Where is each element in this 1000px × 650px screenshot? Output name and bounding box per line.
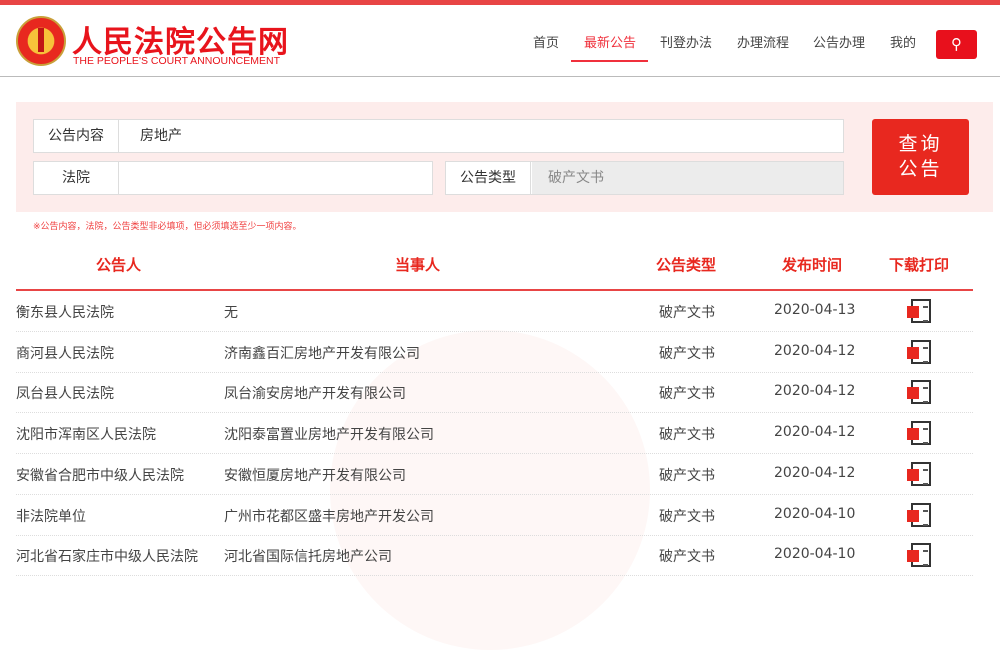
court-emblem-logo[interactable]	[16, 16, 66, 66]
row-party[interactable]: 广州市花都区盛丰房地产开发公司	[224, 506, 434, 526]
table-row: 安徽省合肥市中级人民法院 安徽恒厦房地产开发有限公司 破产文书 2020-04-…	[16, 454, 973, 495]
header-type: 公告类型	[656, 256, 717, 274]
pdf-download-icon[interactable]	[907, 543, 931, 568]
header-party: 当事人	[395, 256, 441, 274]
pdf-download-icon[interactable]	[907, 461, 931, 486]
header-court: 公告人	[96, 256, 142, 274]
row-date: 2020-04-12	[774, 342, 856, 359]
header-download: 下载打印	[889, 256, 950, 274]
row-party[interactable]: 沈阳泰富置业房地产开发有限公司	[224, 424, 434, 444]
row-party[interactable]: 凤台渝安房地产开发有限公司	[224, 383, 406, 403]
query-button[interactable]: 查询 公告	[872, 119, 969, 195]
nav-process[interactable]: 办理流程	[737, 32, 789, 51]
search-icon: ⚲	[951, 35, 962, 53]
header-date: 发布时间	[782, 256, 843, 274]
search-note: ※公告内容，法院，公告类型非必填项，但必须填选至少一项内容。	[33, 222, 302, 232]
site-subtitle: THE PEOPLE'S COURT ANNOUNCEMENT	[73, 55, 280, 67]
content-label: 公告内容	[34, 120, 119, 152]
row-date: 2020-04-12	[774, 383, 856, 400]
table-row: 非法院单位 广州市花都区盛丰房地产开发公司 破产文书 2020-04-10	[16, 495, 973, 536]
pdf-download-icon[interactable]	[907, 421, 931, 446]
type-label: 公告类型	[446, 162, 531, 194]
row-type: 破产文书	[659, 549, 715, 566]
row-court[interactable]: 凤台县人民法院	[16, 383, 114, 403]
row-type: 破产文书	[659, 427, 715, 444]
content-field: 公告内容 房地产	[33, 119, 844, 153]
court-field: 法院	[33, 161, 433, 195]
pdf-download-icon[interactable]	[907, 339, 931, 364]
court-input[interactable]	[120, 162, 432, 194]
content-input[interactable]: 房地产	[140, 120, 182, 152]
table-row: 河北省石家庄市中级人民法院 河北省国际信托房地产公司 破产文书 2020-04-…	[16, 535, 973, 577]
row-type: 破产文书	[659, 386, 715, 403]
table-row: 商河县人民法院 济南鑫百汇房地产开发有限公司 破产文书 2020-04-12	[16, 332, 973, 373]
active-nav-indicator	[571, 60, 648, 62]
pdf-download-icon[interactable]	[907, 502, 931, 527]
row-court[interactable]: 非法院单位	[16, 506, 86, 526]
row-party[interactable]: 河北省国际信托房地产公司	[224, 546, 392, 566]
court-label: 法院	[34, 162, 119, 194]
type-field: 公告类型 破产文书	[445, 161, 844, 195]
row-type: 破产文书	[659, 345, 715, 362]
pdf-download-icon[interactable]	[907, 299, 931, 323]
pdf-download-icon[interactable]	[907, 380, 931, 405]
nav-home[interactable]: 首页	[533, 32, 559, 51]
row-court[interactable]: 河北省石家庄市中级人民法院	[16, 546, 198, 566]
row-date: 2020-04-12	[774, 424, 856, 441]
query-button-line1: 查询	[898, 133, 943, 155]
nav-handle[interactable]: 公告办理	[813, 32, 865, 51]
table-row: 衡东县人民法院 无 破产文书 2020-04-13	[16, 291, 973, 332]
row-date: 2020-04-12	[774, 464, 856, 481]
row-type: 破产文书	[659, 305, 715, 321]
table-row: 凤台县人民法院 凤台渝安房地产开发有限公司 破产文书 2020-04-12	[16, 372, 973, 414]
row-date: 2020-04-10	[774, 505, 856, 522]
table-row: 沈阳市浑南区人民法院 沈阳泰富置业房地产开发有限公司 破产文书 2020-04-…	[16, 413, 973, 455]
row-court[interactable]: 商河县人民法院	[16, 343, 114, 363]
row-party[interactable]: 无	[224, 302, 238, 322]
nav-latest[interactable]: 最新公告	[584, 32, 636, 51]
row-date: 2020-04-10	[774, 546, 856, 563]
row-type: 破产文书	[659, 508, 715, 525]
row-party[interactable]: 济南鑫百汇房地产开发有限公司	[224, 343, 420, 363]
type-select[interactable]: 破产文书	[532, 162, 843, 194]
search-button[interactable]: ⚲	[936, 30, 977, 59]
row-party[interactable]: 安徽恒厦房地产开发有限公司	[224, 465, 406, 485]
nav-mine[interactable]: 我的	[890, 32, 916, 51]
row-date: 2020-04-13	[774, 302, 856, 318]
row-court[interactable]: 衡东县人民法院	[16, 302, 114, 322]
row-type: 破产文书	[659, 467, 715, 484]
query-button-line2: 公告	[898, 158, 943, 180]
nav-publish-method[interactable]: 刊登办法	[660, 32, 712, 51]
row-court[interactable]: 沈阳市浑南区人民法院	[16, 424, 156, 444]
row-court[interactable]: 安徽省合肥市中级人民法院	[16, 465, 184, 485]
